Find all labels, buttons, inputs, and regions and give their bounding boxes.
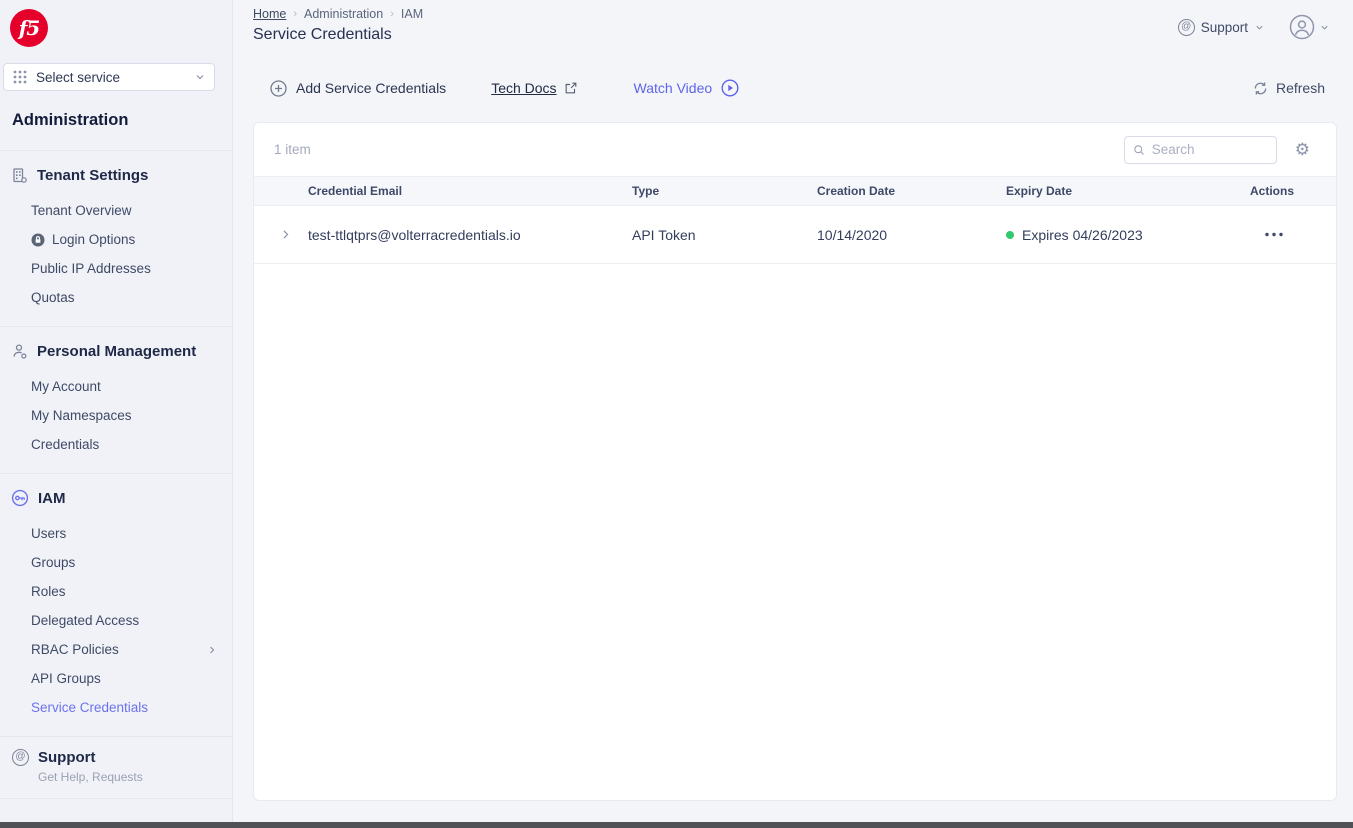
chevron-right-icon	[279, 228, 292, 241]
support-menu[interactable]: @ Support	[1178, 19, 1265, 36]
column-header-expiry-date[interactable]: Expiry Date	[1006, 184, 1250, 198]
sidebar-item-support[interactable]: @ Support Get Help, Requests	[0, 737, 232, 799]
refresh-label: Refresh	[1276, 80, 1325, 96]
grid-icon	[12, 69, 28, 85]
column-header-credential-email[interactable]: Credential Email	[308, 184, 632, 198]
at-circle-icon: @	[1178, 19, 1195, 36]
avatar	[1289, 14, 1315, 40]
page-title: Service Credentials	[253, 26, 392, 44]
sidebar-item-login-options[interactable]: Login Options	[0, 225, 232, 254]
group-title: Personal Management	[37, 343, 196, 360]
service-credentials-table-card: 1 item ⚙ Credential Email Type Creation …	[253, 122, 1337, 801]
cell-creation-date: 10/14/2020	[817, 227, 1006, 243]
cell-expiry-date: Expires 04/26/2023	[1006, 227, 1250, 243]
person-gear-icon	[11, 343, 28, 360]
chevron-down-icon	[1254, 22, 1265, 33]
window-bottom-edge	[0, 822, 1353, 828]
sidebar-nav: Tenant Settings Tenant Overview Login Op…	[0, 151, 232, 799]
lock-badge-icon	[31, 233, 45, 247]
item-count: 1 item	[274, 142, 311, 157]
sidebar-item-iam[interactable]: IAM	[0, 486, 232, 510]
tech-docs-label: Tech Docs	[491, 80, 556, 96]
ellipsis-icon	[1264, 232, 1284, 237]
sidebar-item-delegated-access[interactable]: Delegated Access	[0, 606, 232, 635]
row-actions-button[interactable]	[1250, 232, 1336, 237]
breadcrumb-home[interactable]: Home	[253, 7, 286, 21]
sidebar-item-public-ip-addresses[interactable]: Public IP Addresses	[0, 254, 232, 283]
sidebar-item-quotas[interactable]: Quotas	[0, 283, 232, 312]
gear-icon[interactable]: ⚙	[1295, 141, 1310, 158]
refresh-button[interactable]: Refresh	[1253, 80, 1325, 96]
building-icon	[11, 167, 28, 184]
select-service-label: Select service	[36, 70, 120, 85]
nav-group-iam: IAM Users Groups Roles Delegated Access …	[0, 474, 232, 737]
search-icon	[1133, 143, 1145, 157]
search-box	[1124, 136, 1277, 164]
chevron-right-icon	[206, 644, 218, 656]
sidebar-item-my-namespaces[interactable]: My Namespaces	[0, 401, 232, 430]
status-dot	[1006, 231, 1014, 239]
add-service-credentials-label: Add Service Credentials	[296, 80, 446, 96]
add-service-credentials-button[interactable]: Add Service Credentials	[270, 80, 446, 97]
support-subtitle: Get Help, Requests	[38, 770, 143, 784]
main-content: Home › Administration › IAM Service Cred…	[234, 0, 1353, 828]
sidebar-item-tenant-overview[interactable]: Tenant Overview	[0, 196, 232, 225]
sidebar-item-my-account[interactable]: My Account	[0, 372, 232, 401]
at-circle-icon: @	[12, 749, 29, 766]
sidebar-section-title: Administration	[12, 111, 128, 130]
support-title: Support	[38, 749, 143, 767]
sidebar-item-service-credentials[interactable]: Service Credentials	[0, 693, 232, 722]
sidebar: f5 Select service Administration	[0, 0, 233, 828]
external-link-icon	[564, 81, 578, 95]
cell-credential-email: test-ttlqtprs@volterracredentials.io	[308, 227, 632, 243]
breadcrumb-iam[interactable]: IAM	[401, 7, 423, 21]
table-header-row: Credential Email Type Creation Date Expi…	[254, 176, 1336, 206]
sidebar-item-users[interactable]: Users	[0, 519, 232, 548]
tech-docs-link[interactable]: Tech Docs	[491, 80, 577, 96]
refresh-icon	[1253, 81, 1268, 96]
column-header-type[interactable]: Type	[632, 184, 817, 198]
search-input[interactable]	[1152, 142, 1268, 157]
nav-group-personal-management: Personal Management My Account My Namesp…	[0, 327, 232, 474]
column-header-creation-date[interactable]: Creation Date	[817, 184, 1006, 198]
breadcrumb: Home › Administration › IAM	[253, 7, 423, 21]
watch-video-link[interactable]: Watch Video	[634, 79, 740, 97]
chevron-down-icon	[1319, 22, 1330, 33]
plus-circle-icon	[270, 80, 287, 97]
breadcrumb-separator: ›	[293, 8, 297, 20]
row-expand-button[interactable]	[254, 228, 308, 241]
table-row: test-ttlqtprs@volterracredentials.io API…	[254, 206, 1336, 264]
column-header-actions: Actions	[1250, 184, 1336, 198]
select-service-dropdown[interactable]: Select service	[3, 63, 215, 91]
breadcrumb-separator: ›	[390, 8, 394, 20]
key-icon	[11, 489, 29, 507]
sidebar-item-roles[interactable]: Roles	[0, 577, 232, 606]
cell-type: API Token	[632, 227, 817, 243]
watch-video-label: Watch Video	[634, 80, 713, 96]
chevron-down-icon	[194, 71, 206, 83]
toolbar: Add Service Credentials Tech Docs Watch …	[270, 74, 1325, 102]
support-menu-label: Support	[1201, 20, 1248, 35]
nav-group-tenant-settings: Tenant Settings Tenant Overview Login Op…	[0, 151, 232, 327]
sidebar-item-credentials[interactable]: Credentials	[0, 430, 232, 459]
sidebar-item-api-groups[interactable]: API Groups	[0, 664, 232, 693]
breadcrumb-administration[interactable]: Administration	[304, 7, 383, 21]
sidebar-item-personal-management[interactable]: Personal Management	[0, 339, 232, 363]
group-title: IAM	[38, 490, 66, 507]
sidebar-item-tenant-settings[interactable]: Tenant Settings	[0, 163, 232, 187]
group-title: Tenant Settings	[37, 167, 148, 184]
sidebar-item-rbac-policies[interactable]: RBAC Policies	[0, 635, 232, 664]
user-menu[interactable]	[1289, 14, 1330, 40]
f5-logo[interactable]: f5	[10, 9, 48, 47]
expiry-label: Expires 04/26/2023	[1022, 227, 1143, 243]
play-circle-icon	[721, 79, 739, 97]
sidebar-item-groups[interactable]: Groups	[0, 548, 232, 577]
